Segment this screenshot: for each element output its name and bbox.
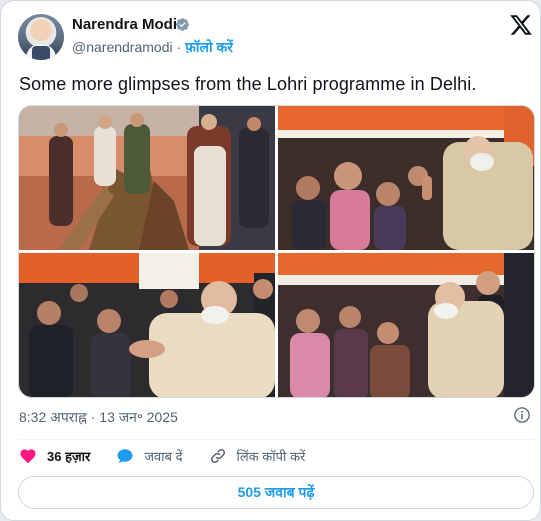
follow-button[interactable]: फ़ॉलो करें [185, 39, 233, 55]
reply-button[interactable]: जवाब दें [116, 447, 183, 465]
handle-separator: · [176, 39, 182, 55]
copy-link-button[interactable]: लिंक कॉपी करें [209, 447, 306, 465]
reply-label: जवाब दें [144, 449, 183, 464]
avatar[interactable] [18, 14, 64, 60]
author-handle[interactable]: @narendramodi [72, 39, 173, 55]
read-replies-button[interactable]: 505 जवाब पढ़ें [18, 476, 534, 509]
copy-link-label: लिंक कॉपी करें [236, 449, 306, 464]
media-grid [18, 105, 535, 398]
photo-crowd-selfie[interactable] [278, 253, 534, 397]
x-logo-icon[interactable] [509, 13, 533, 37]
verified-badge-icon [176, 18, 189, 31]
action-bar: 36 हज़ार जवाब दें लिंक कॉपी करें [19, 446, 331, 466]
likes-count: 36 हज़ार [47, 449, 91, 464]
link-icon [210, 448, 225, 464]
heart-icon [20, 449, 36, 464]
tweet-text: Some more glimpses from the Lohri progra… [19, 74, 477, 94]
like-button[interactable]: 36 हज़ार [19, 447, 90, 465]
photo-bonfire[interactable] [19, 106, 275, 250]
post-card: Narendra Modi @narendramodi · फ़ॉलो करें… [0, 0, 541, 521]
post-timestamp[interactable]: 8:32 अपराह्न · 13 जन॰ 2025 [19, 408, 178, 427]
author-name[interactable]: Narendra Modi [72, 16, 177, 33]
photo-handshake[interactable] [19, 253, 275, 397]
photo-crowd-greeting[interactable] [278, 106, 534, 250]
info-icon[interactable] [513, 406, 531, 424]
divider [18, 439, 535, 440]
reply-bubble-icon [117, 449, 133, 463]
